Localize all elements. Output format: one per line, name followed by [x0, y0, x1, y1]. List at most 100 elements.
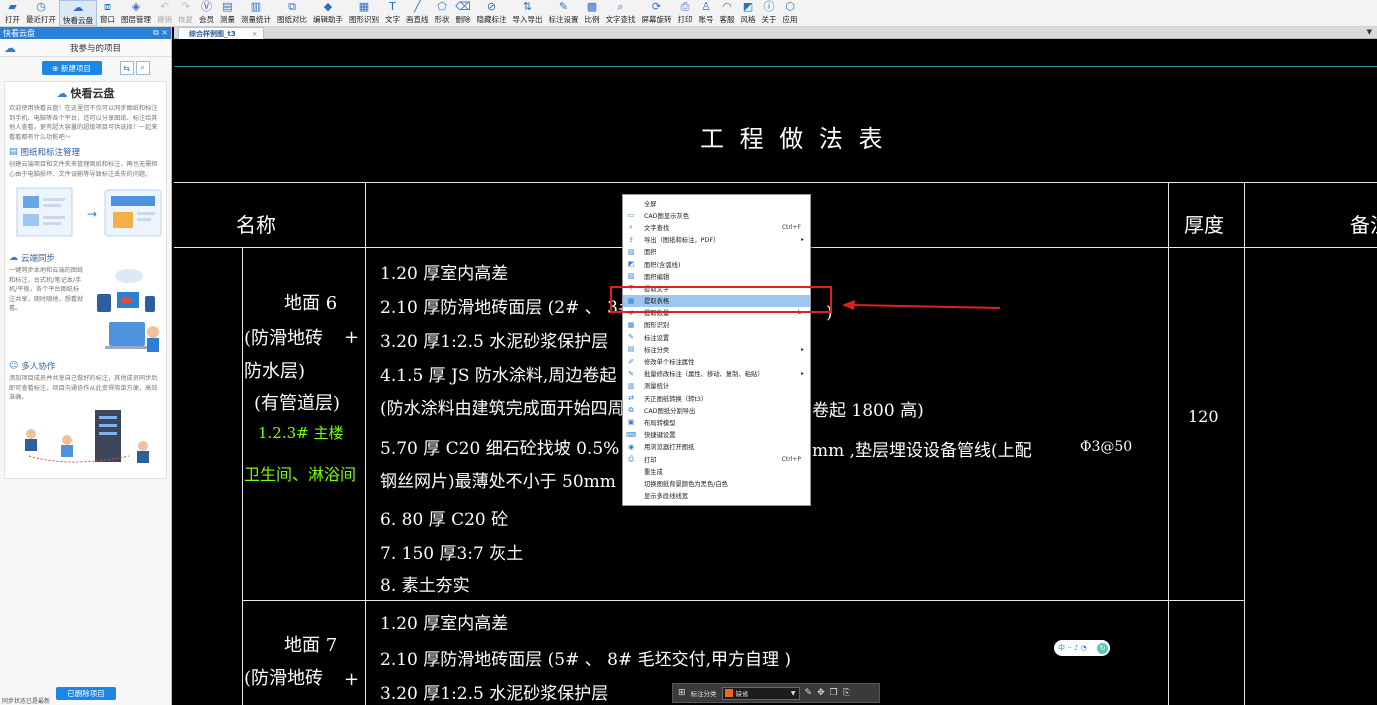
row1-green-line: 1.2.3# 主楼	[258, 424, 344, 442]
toolbar-button[interactable]: ⬠ 形状	[432, 0, 453, 26]
tab-drawing[interactable]: 综合样例图_t3 ×	[178, 27, 264, 39]
toolbar-button[interactable]: ⓘ 关于	[759, 0, 780, 26]
modify-annotation-icon: ✐	[628, 357, 634, 366]
context-menu-item[interactable]: ▦ 图形识别	[623, 319, 810, 331]
table-line	[242, 600, 1245, 601]
paste-icon[interactable]: ⎘	[843, 688, 850, 698]
context-menu-item[interactable]: ⌨ 快捷键设置	[623, 429, 810, 441]
context-menu-item[interactable]: ⧉ CAD图纸分割导出	[623, 404, 810, 416]
context-menu-item[interactable]: 全屏	[623, 197, 810, 209]
toolbar-button[interactable]: ▦ 图形识别	[346, 0, 382, 26]
toolbar-button[interactable]: ⬡ 应用	[780, 0, 801, 26]
context-menu-item[interactable]: ▨ 面积编辑	[623, 270, 810, 282]
toolbar-button[interactable]: ╱ 画直线	[403, 0, 432, 26]
toolbar-button[interactable]: ▩ 比例	[582, 0, 603, 26]
deleted-projects-button[interactable]: 已删除项目	[56, 687, 116, 700]
area-arc-icon: ◩	[627, 260, 635, 269]
shape-recognize-icon: ▦	[358, 0, 370, 13]
toolbar-button[interactable]: ⎙ 打印	[675, 0, 696, 26]
print-icon: ⎙	[628, 454, 634, 463]
toolbar-button[interactable]: ☁ 快看云盘	[59, 0, 97, 26]
toolbar-button-label: 标注设置	[548, 15, 579, 24]
category-select[interactable]: 缺省 ▼	[721, 686, 800, 700]
close-icon[interactable]: ×	[252, 30, 258, 38]
context-menu-label: 打印	[644, 456, 657, 464]
context-menu-item[interactable]: ◉ 用浏览器打开图纸	[623, 441, 810, 453]
toolbar-button[interactable]: ⧉ 图纸对比	[274, 0, 310, 26]
ime-indicator[interactable]: 中 ·· ♪ ◔ ↻	[1054, 640, 1110, 656]
toolbar-button[interactable]: ✎ 标注设置	[546, 0, 582, 26]
toolbar-button[interactable]: ◆ 编辑助手	[310, 0, 346, 26]
row2-name-line: 地面 7	[284, 635, 338, 656]
sync-icon[interactable]: ⇆	[119, 61, 134, 75]
row1-item: 1.20 厚室内高差	[380, 264, 509, 284]
sidebar-actions: ⊕ 新建项目 ⇆ ⌕	[0, 57, 171, 79]
grid-icon[interactable]: ⊞	[678, 688, 686, 698]
context-menu: 全屏 ▭ CAD图显示灰色 ⌕ 文字查找 Ctrl+F ⇪ 导出（图纸和标注，PDF） ▸ ▧ 面积…	[622, 194, 811, 506]
context-menu-item[interactable]: ▥ 测量统计	[623, 380, 810, 392]
context-menu-item[interactable]: ⇄ 天正图纸转换（转t3）	[623, 392, 810, 404]
text-icon: T	[389, 0, 396, 13]
context-menu-item[interactable]: ▣ 布局转模型	[623, 416, 810, 428]
context-menu-item[interactable]: 重生成	[623, 465, 810, 477]
toolbar-button-label: 导入导出	[512, 15, 543, 24]
new-project-button[interactable]: ⊕ 新建项目	[41, 61, 102, 75]
context-menu-item[interactable]: ⌕ 文字查找 Ctrl+F	[623, 221, 810, 233]
import-export-icon: ⇅	[522, 0, 533, 13]
toolbar-button[interactable]: ◷ 最近打开	[23, 0, 59, 26]
context-menu-item[interactable]: ✐ 修改单个标注属性	[623, 355, 810, 367]
window-icon: ⧈	[104, 0, 111, 13]
toolbar-button[interactable]: ⌫ 删除	[453, 0, 474, 26]
toolbar-button[interactable]: ◩ 风格	[738, 0, 759, 26]
toolbar-button[interactable]: ▰ 打开	[2, 0, 23, 26]
refresh-icon[interactable]: ↻	[1097, 642, 1108, 654]
row1-name-line: (有管道层)	[254, 393, 341, 414]
toolbar-button[interactable]: ⟳ 屏幕旋转	[639, 0, 675, 26]
context-menu-label: 用浏览器打开图纸	[644, 444, 695, 452]
context-menu-item[interactable]: ▭ CAD图显示灰色	[623, 209, 810, 221]
toolbar-button-label: 隐藏标注	[476, 15, 507, 24]
toolbar-button[interactable]: ◠ 客服	[717, 0, 738, 26]
context-menu-label: 面积(含弧线)	[644, 261, 681, 269]
search-icon[interactable]: ⌕	[135, 61, 150, 75]
toolbar-button[interactable]: Ⓥ 会员	[196, 0, 217, 26]
chevron-right-icon: ▸	[800, 370, 804, 378]
section-sync-title: ☁ 云端同步	[9, 253, 56, 264]
context-menu-item[interactable]: ⎙ 打印 Ctrl+P	[623, 453, 810, 465]
users-icon: ☺	[9, 361, 19, 371]
toolbar-button[interactable]: ⌕ 文字查找	[603, 0, 639, 26]
context-menu-label: 全屏	[644, 200, 657, 208]
eraser-icon: ⌫	[455, 0, 471, 13]
context-menu-item[interactable]: ▤ 标注分类 ▸	[623, 343, 810, 355]
toolbar-button[interactable]: ◈ 图层管理	[118, 0, 154, 26]
sidebar-window-controls[interactable]: ⧉ ×	[153, 28, 171, 38]
menu-icon-spacer	[626, 467, 636, 476]
toolbar-button[interactable]: T 文字	[382, 0, 403, 26]
move-icon[interactable]: ✥	[817, 688, 825, 698]
toolbar-button[interactable]: ⊘ 隐藏标注	[474, 0, 510, 26]
measure-stats-icon: ▥	[250, 0, 262, 13]
undo-icon: ↶	[159, 0, 170, 13]
context-menu-item[interactable]: ✎ 批量修改标注（属性、移动、复制、粘贴） ▸	[623, 368, 810, 380]
toolbar-button[interactable]: ▥ 测量统计	[238, 0, 274, 26]
context-menu-item[interactable]: ⇪ 导出（图纸和标注，PDF） ▸	[623, 234, 810, 246]
context-menu-item[interactable]: ▧ 面积	[623, 246, 810, 258]
context-menu-label: 图形识别	[644, 322, 670, 330]
category-label: 标注分类	[690, 690, 717, 698]
context-menu-item[interactable]: 显示多段线线宽	[623, 490, 810, 502]
toolbar-button[interactable]: ▤ 测量	[217, 0, 238, 26]
toolbar-button[interactable]: ⧈ 窗口	[97, 0, 118, 26]
edit-icon[interactable]: ✎	[805, 688, 813, 698]
context-menu-item[interactable]: 切换图纸背景颜色为黑色/白色	[623, 477, 810, 489]
context-menu-item[interactable]: ✎ 标注设置	[623, 331, 810, 343]
chevron-down-icon[interactable]: ▼	[1367, 28, 1372, 36]
drawing-title: 工 程 做 法 表	[700, 125, 887, 153]
row1-item: 3.20 厚1:2.5 水泥砂浆保护层	[380, 332, 609, 352]
document-tabbar: 综合样例图_t3 × ▼	[174, 27, 1377, 39]
shortcut-label: Ctrl+F	[781, 223, 801, 231]
copy-icon[interactable]: ❐	[830, 688, 838, 698]
toolbar-button[interactable]: ⇅ 导入导出	[510, 0, 546, 26]
toolbar-button-label: 形状	[434, 15, 450, 24]
toolbar-button[interactable]: ♙ 账号	[696, 0, 717, 26]
context-menu-item[interactable]: ◩ 面积(含弧线)	[623, 258, 810, 270]
